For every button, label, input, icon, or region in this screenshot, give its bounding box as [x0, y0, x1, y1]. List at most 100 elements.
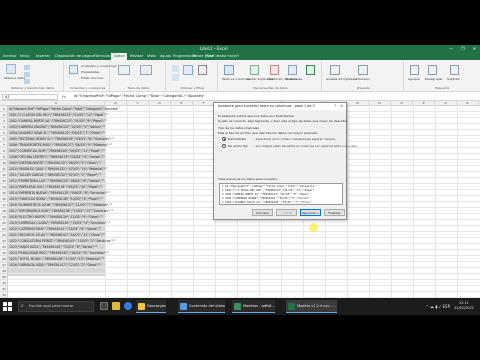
- app-label: Descargas: [147, 304, 166, 308]
- minimize-button[interactable]: —: [449, 46, 453, 51]
- what-if-icon[interactable]: [330, 65, 340, 75]
- close-icon[interactable]: ✕: [340, 104, 343, 108]
- fx-icon[interactable]: fx: [62, 94, 66, 99]
- cancel-button[interactable]: Cancelar: [252, 209, 273, 216]
- screen: Libro1 – Excel — ❐ ✕ Archivo Inicio Insert…: [0, 0, 480, 360]
- preview-line: 3 1002;"GAMESA NORTE SA";"789456123";"01…: [222, 193, 310, 196]
- ungroup-icon[interactable]: [428, 65, 437, 75]
- tab-formulas[interactable]: Fórmulas: [94, 54, 110, 58]
- tab-revisar[interactable]: Revisar: [130, 54, 143, 58]
- remove-duplicates-icon[interactable]: [250, 65, 259, 75]
- letterbox-bottom: [0, 315, 480, 360]
- text-to-columns-button[interactable]: Texto en columnas: [222, 77, 250, 81]
- filter-icon[interactable]: [198, 65, 207, 75]
- data-preview[interactable]: 1 Id;"EmpresaProf";"IdPago";"Fecha Comp"…: [219, 183, 343, 205]
- stocks-icon[interactable]: [118, 65, 130, 75]
- group-label: Obtener y transformar datos: [10, 86, 54, 90]
- from-table-icon[interactable]: [24, 79, 30, 84]
- group-consultas: Consultas y conexiones Propiedades Edita…: [66, 61, 116, 91]
- tab-vista[interactable]: Vista: [147, 54, 156, 58]
- excel-icon: [288, 303, 295, 310]
- help-icon[interactable]: ?: [334, 104, 336, 108]
- geography-icon[interactable]: [140, 65, 152, 75]
- next-button[interactable]: Siguiente >: [300, 209, 321, 216]
- delimited-radio[interactable]: [222, 137, 226, 141]
- sort-za-icon[interactable]: [172, 74, 179, 81]
- data-model-icon[interactable]: [306, 65, 315, 75]
- preview-line: 2 1001;"C.O.LEGIO DEL RIO";"789456123";"…: [222, 189, 315, 192]
- browser-icon[interactable]: [124, 302, 132, 310]
- windows-start-icon[interactable]: [3, 302, 12, 311]
- edit-links-button[interactable]: Editar vínculos: [81, 76, 103, 80]
- taskbar-app-modelos[interactable]: Modelos - gdfs8...: [232, 300, 275, 313]
- preview-line: 4 1003;"LIBRERIA MAGNO";"789456124";"02/…: [222, 197, 310, 200]
- name-box[interactable]: A1: [2, 94, 58, 100]
- forecast-button[interactable]: Previsión: [356, 77, 370, 81]
- group-label: Herramientas de datos: [253, 86, 288, 90]
- taskbar: ⌕ Escribe aquí para buscar Descargas Con…: [0, 298, 480, 315]
- mouse-cursor-highlight: [309, 223, 318, 232]
- text-to-columns-dialog: Asistente para convertir texto en column…: [213, 102, 357, 220]
- fixed-width-description: - Los campos están alineados en columnas…: [254, 144, 358, 148]
- sort-az-icon[interactable]: [172, 65, 179, 72]
- refresh-icon[interactable]: [69, 65, 78, 74]
- maximize-button[interactable]: ❐: [461, 46, 465, 51]
- group-esquema: Agrupar Desagrupar Subtotal Esquema: [406, 61, 478, 91]
- ribbon: Obtener datos Obtener y transformar dato…: [0, 60, 480, 92]
- delimited-label[interactable]: Delimitados: [228, 137, 246, 141]
- group-label: Tipos de datos: [127, 86, 150, 90]
- what-if-button[interactable]: Análisis de hipótesis: [326, 77, 357, 81]
- data-validation-icon[interactable]: [270, 65, 279, 75]
- taskbar-app-descargas[interactable]: Descargas: [136, 300, 166, 313]
- group-label: Ordenar y filtrar: [180, 86, 205, 90]
- tell-me-search[interactable]: ¿Qué desea hacer?: [205, 54, 239, 58]
- tab-ayuda[interactable]: Ayuda: [160, 54, 171, 58]
- delimited-description: - Caracteres como comas o tabulaciones s…: [254, 137, 335, 141]
- letterbox-top: [0, 0, 480, 45]
- search-icon: ⌕: [21, 303, 24, 309]
- row-headers: 1 2 3 4 5 6 7 8 9 10 11 12 13 14 15 16 17 18 19 20 21 22 23 24 2…: [0, 106, 8, 300]
- tab-disposicion[interactable]: Disposición de página: [55, 54, 94, 58]
- tab-inicio[interactable]: Inicio: [20, 54, 30, 58]
- get-data-icon[interactable]: [6, 64, 16, 74]
- taskbar-app-video[interactable]: Contenido del vídeo: [178, 300, 225, 313]
- window-title: Libro1 – Excel: [200, 46, 228, 51]
- quick-access-toolbar[interactable]: [6, 47, 36, 62]
- from-text-icon[interactable]: [24, 65, 30, 70]
- properties-button[interactable]: Propiedades: [81, 70, 99, 74]
- fixed-width-label[interactable]: De ancho fijo: [228, 144, 248, 148]
- tab-datos[interactable]: Datos: [111, 53, 128, 60]
- app-label: Modelo v1.2.4.csv - ...: [297, 304, 337, 308]
- group-icon[interactable]: [410, 65, 419, 75]
- tab-archivo[interactable]: Archivo: [3, 54, 16, 58]
- taskbar-search[interactable]: ⌕ Escribe aquí para buscar: [18, 301, 94, 312]
- sort-icon[interactable]: [183, 65, 193, 75]
- folder-icon: [138, 303, 145, 310]
- taskbar-app-modelo-csv[interactable]: Modelo v1.2.4.csv - ...: [286, 300, 337, 313]
- text-to-columns-icon[interactable]: [224, 65, 234, 75]
- fixed-width-radio[interactable]: [222, 144, 226, 148]
- file-explorer-icon[interactable]: [112, 302, 120, 310]
- folder-icon: [180, 303, 187, 310]
- subtotal-icon[interactable]: [450, 65, 459, 75]
- group-label: Esquema: [435, 86, 449, 90]
- tab-insertar[interactable]: Insertar: [36, 54, 50, 58]
- finish-button[interactable]: Finalizar: [324, 209, 345, 216]
- close-button[interactable]: ✕: [473, 46, 476, 51]
- group-button[interactable]: Agrupar: [408, 77, 420, 81]
- ungroup-button[interactable]: Desagrupar: [425, 77, 443, 81]
- clock[interactable]: 22:11 21/01/2022: [452, 301, 476, 311]
- window-controls: — ❐ ✕: [441, 46, 476, 51]
- preview-line: 5 1004;"ALVAREZ SILVA SL";"789456125";"0…: [222, 201, 312, 204]
- get-data-button[interactable]: Obtener datos: [4, 76, 26, 80]
- subtotal-button[interactable]: Subtotal: [447, 77, 460, 81]
- formula-input[interactable]: Id;"EmpresaProf";"IdPago";"Fecha Comp";"…: [74, 94, 474, 100]
- task-view-icon[interactable]: [100, 302, 108, 310]
- tray-icons[interactable]: ⌃ ☁ ▮ ♪ ESP: [425, 304, 450, 309]
- wizard-hint: Si esto es correcto, elija Siguiente, o …: [218, 119, 348, 123]
- from-web-icon[interactable]: [24, 72, 30, 77]
- back-button[interactable]: < Atrás: [276, 209, 297, 216]
- relationships-button[interactable]: Relaciones: [286, 77, 302, 81]
- relationships-icon[interactable]: [288, 65, 297, 75]
- forecast-icon[interactable]: [358, 65, 368, 75]
